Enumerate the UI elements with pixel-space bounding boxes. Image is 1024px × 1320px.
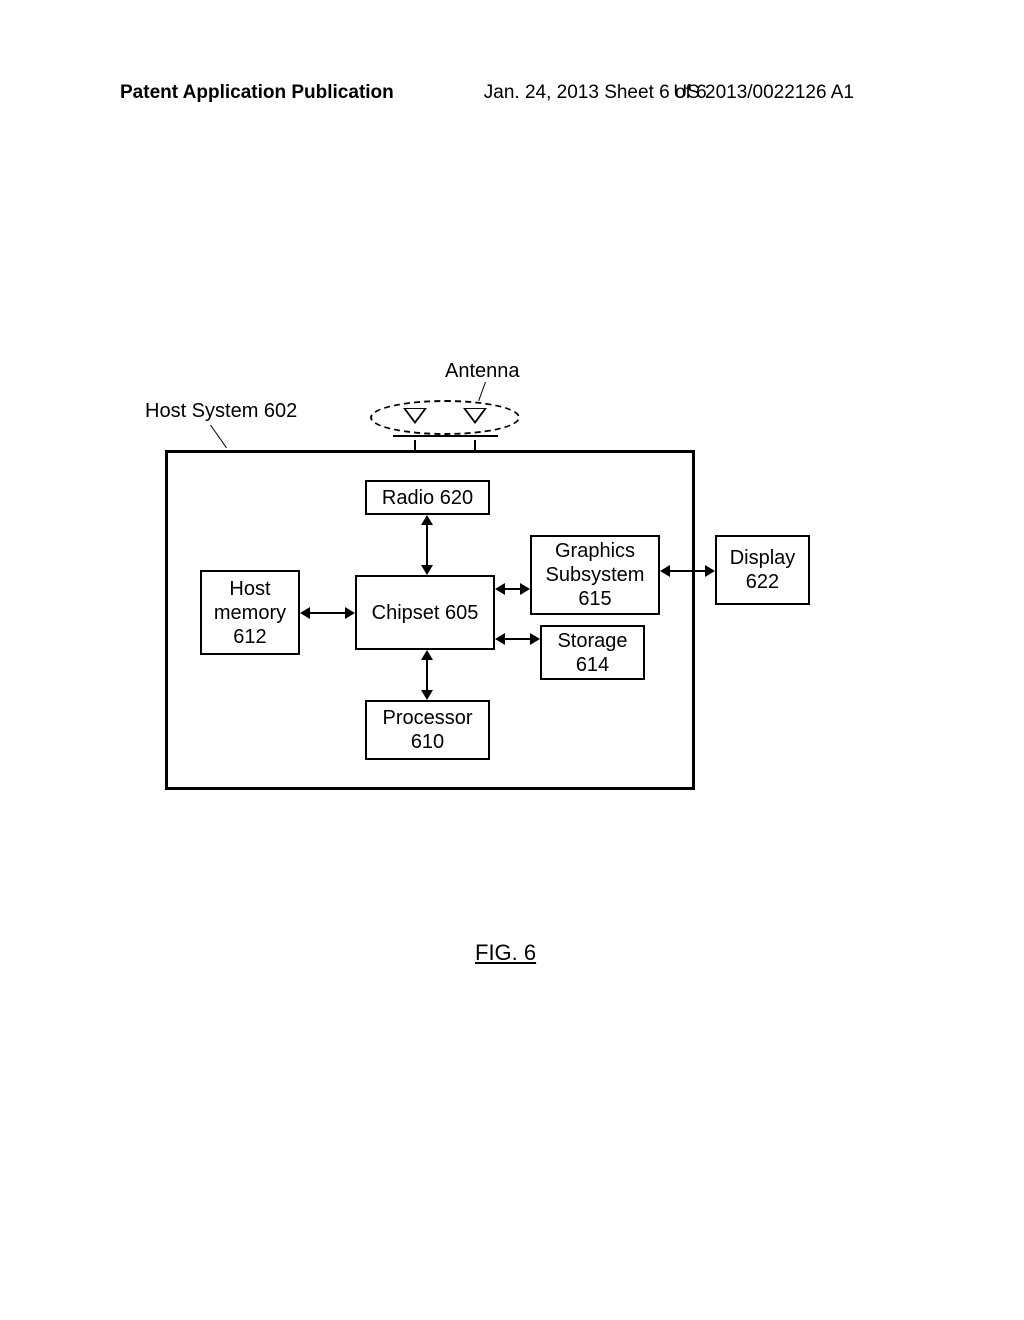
arrow-chipset-storage <box>497 638 538 640</box>
leader-antenna <box>478 382 486 401</box>
figure-6-diagram: Host System 602 Antenna Radio 620 Chipse… <box>145 380 865 900</box>
arrow-radio-chipset <box>426 517 428 573</box>
arrow-chipset-graphics <box>497 588 528 590</box>
page-header: Patent Application Publication Jan. 24, … <box>120 82 904 104</box>
display-block: Display 622 <box>715 535 810 605</box>
antenna-left-icon <box>403 408 427 424</box>
antenna-right-icon <box>463 408 487 424</box>
graphics-block: Graphics Subsystem 615 <box>530 535 660 615</box>
antenna-envelope <box>370 400 520 435</box>
host-system-label: Host System 602 <box>145 400 297 423</box>
arrow-graphics-display <box>662 570 713 572</box>
antenna-base-line <box>393 435 498 437</box>
chipset-block: Chipset 605 <box>355 575 495 650</box>
arrow-memory-chipset <box>302 612 353 614</box>
radio-block: Radio 620 <box>365 480 490 515</box>
storage-block: Storage 614 <box>540 625 645 680</box>
header-right: US 2013/0022126 A1 <box>673 82 854 104</box>
host-memory-block: Host memory 612 <box>200 570 300 655</box>
antenna-label: Antenna <box>445 360 520 383</box>
header-left: Patent Application Publication <box>120 82 394 104</box>
leader-host-system <box>210 425 227 449</box>
figure-caption: FIG. 6 <box>475 940 536 966</box>
processor-block: Processor 610 <box>365 700 490 760</box>
arrow-chipset-processor <box>426 652 428 698</box>
